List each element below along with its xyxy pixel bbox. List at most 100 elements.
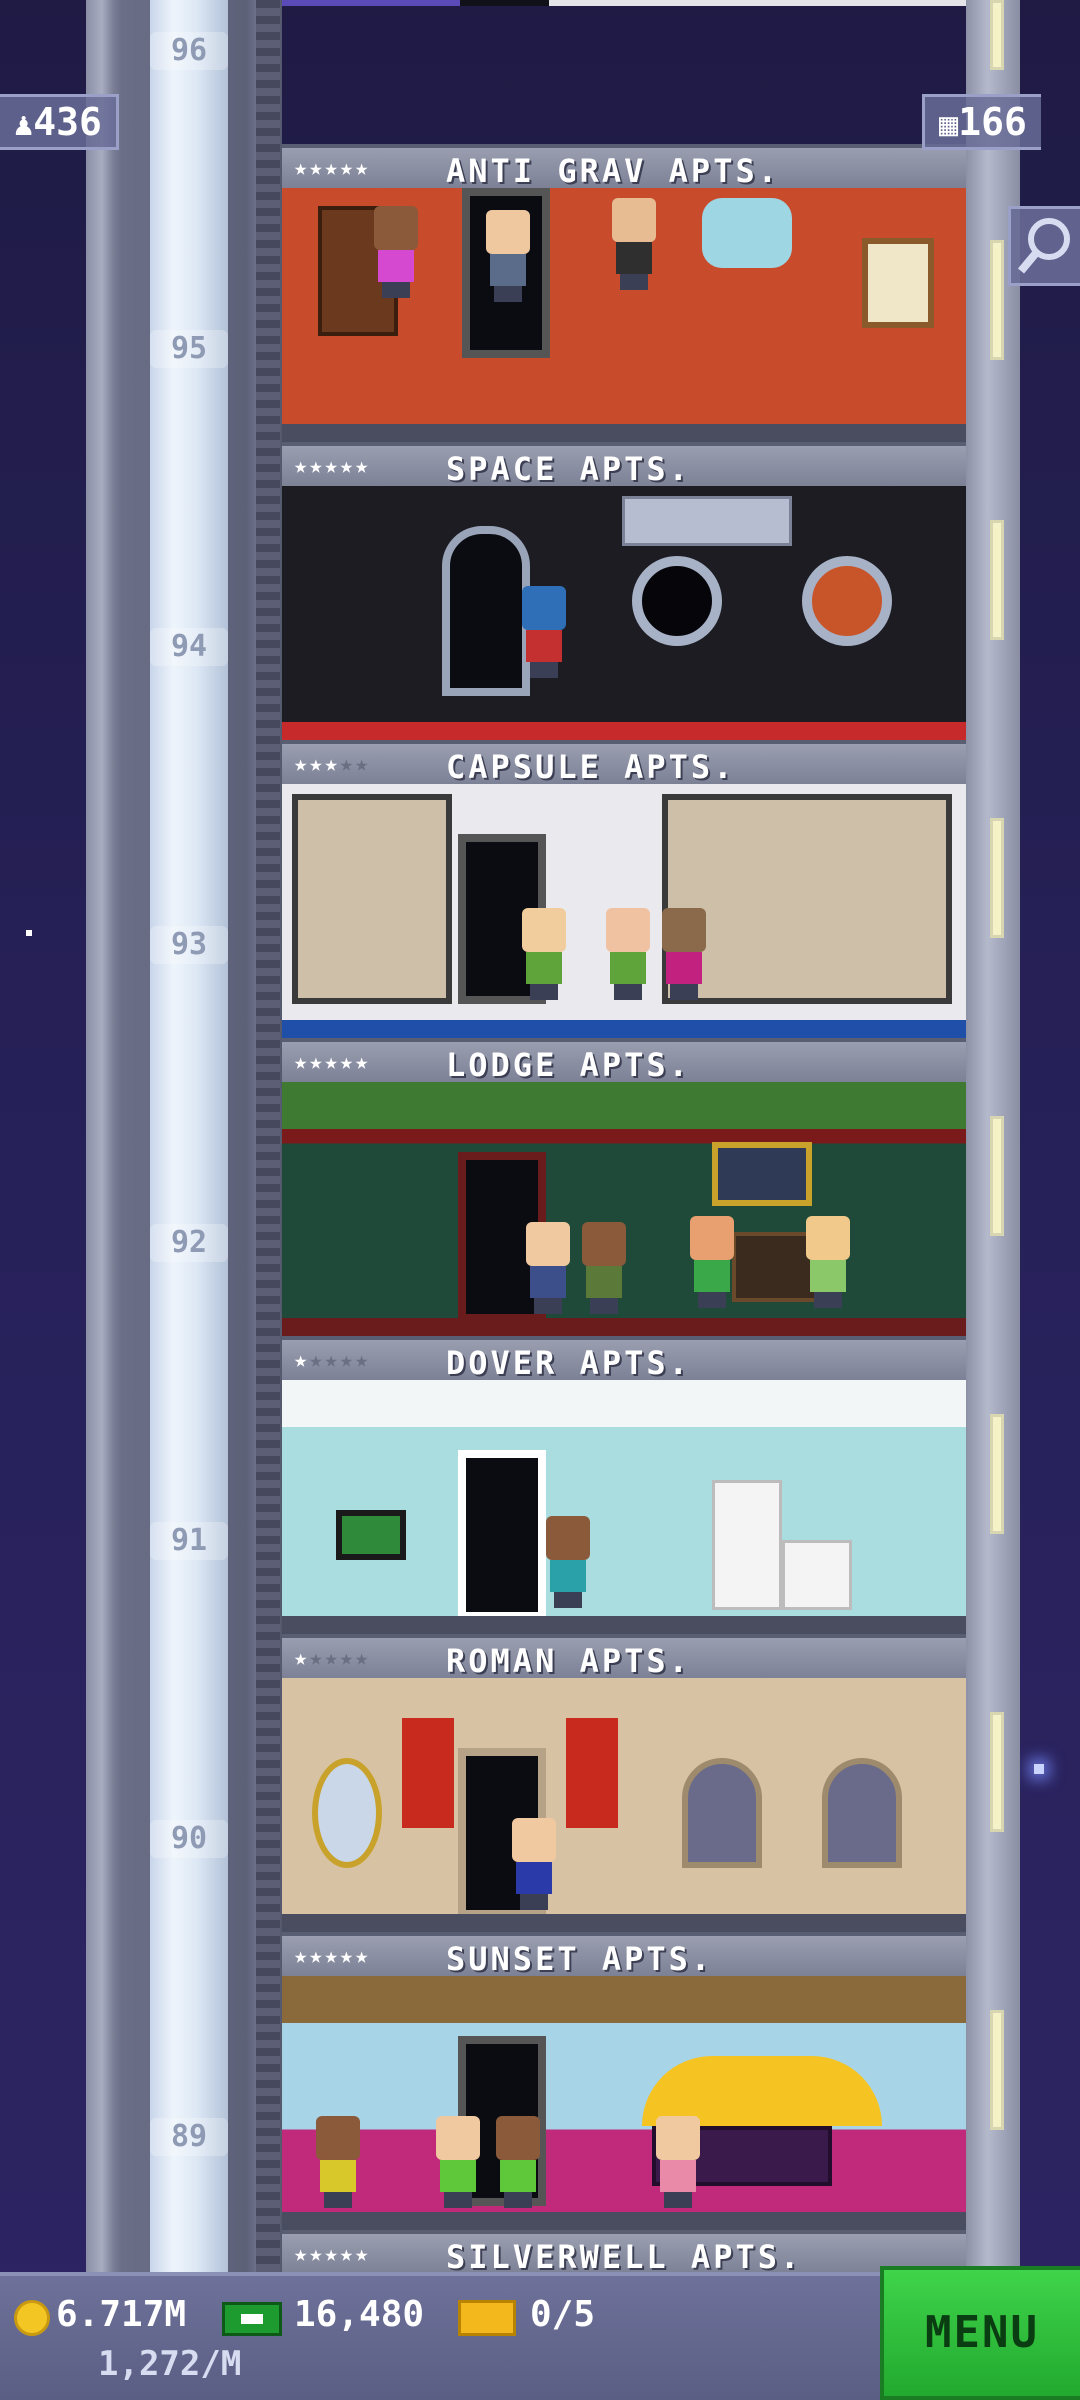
wall-light [990,2010,1004,2130]
floor-94-space[interactable]: ★★★★★ SPACE APTS. [282,442,966,740]
resident[interactable] [432,2116,484,2208]
room-interior [282,1380,966,1620]
floor-sign: ★★★★★ SILVERWELL APTS. [282,2230,966,2272]
wall-light [990,0,1004,70]
coins-value: 6.717M [56,2294,187,2335]
floor-89-sunset[interactable]: ★★★★★ SUNSET APTS. [282,1932,966,2230]
apartment-door[interactable] [458,1450,546,1620]
elevator-rail [256,0,280,2272]
window [862,238,934,328]
floor-slab [282,2212,966,2230]
person-icon: ♟ [14,105,34,143]
resident[interactable] [492,2116,544,2208]
resident[interactable] [658,908,710,1000]
room-interior [282,486,966,722]
floor-number-96: 96 [150,32,228,70]
floor-number-95: 95 [150,330,228,368]
floor-90-roman[interactable]: ★★★★★ ROMAN APTS. [282,1634,966,1932]
floor-slab [282,722,966,740]
resident[interactable] [312,2116,364,2208]
resident[interactable] [578,1222,630,1314]
room-interior [282,0,966,6]
capsule-bank [292,794,452,1004]
bux-value: 16,480 [294,2294,425,2335]
floor-number-91: 91 [150,1522,228,1560]
floor-number-90: 90 [150,1820,228,1858]
resident[interactable] [802,1216,854,1308]
resident[interactable] [482,210,534,302]
floor-number-94: 94 [150,628,228,666]
floor-number-89: 89 [150,2118,228,2156]
stove [782,1540,852,1610]
floor-slab [282,1616,966,1634]
room-interior [282,188,966,424]
floor-name: ROMAN APTS. [446,1642,691,1680]
room-interior [282,1976,966,2212]
resident[interactable] [508,1818,560,1910]
resident[interactable] [686,1216,738,1308]
red-banner [566,1718,618,1828]
floor-92-lodge[interactable]: ★★★★★ LODGE APTS. [282,1038,966,1336]
control-panel [622,496,792,546]
population-counter[interactable]: ♟436 [0,94,119,150]
floor-sign: ★★★★★ LODGE APTS. [282,1038,966,1084]
floor-slab [282,424,966,442]
refrigerator [712,1480,782,1610]
resident[interactable] [602,908,654,1000]
floor-93-capsule[interactable]: ★★★★★ CAPSULE APTS. [282,740,966,1038]
wall-light [990,818,1004,938]
floor-sign: ★★★★★ SUNSET APTS. [282,1932,966,1978]
wall-light [990,240,1004,360]
room-interior [282,1082,966,1322]
floor-count-value: 166 [958,100,1027,144]
framed-painting [712,1142,812,1206]
resident[interactable] [608,198,660,290]
floor-88-silverwell[interactable]: ★★★★★ SILVERWELL APTS. [282,2230,966,2272]
floor-96-room[interactable] [282,0,966,6]
room-interior [282,1678,966,1918]
search-button[interactable] [1008,206,1080,286]
star-rating: ★★★★★ [294,1646,371,1671]
floor-name: ANTI GRAV APTS. [446,152,780,190]
resident[interactable] [370,206,422,298]
armchair [702,198,792,268]
floor-sign: ★★★★★ SPACE APTS. [282,442,966,488]
resident[interactable] [542,1516,594,1608]
star-rating: ★★★★★ [294,1348,371,1373]
tv-monitor [336,1510,406,1560]
resident[interactable] [518,586,570,678]
menu-button[interactable]: MENU [880,2266,1080,2400]
resident[interactable] [518,908,570,1000]
wall-light [990,1116,1004,1236]
tower-bux-icon [222,2302,282,2336]
floor-91-dover[interactable]: ★★★★★ DOVER APTS. [282,1336,966,1634]
oval-mirror [312,1758,382,1868]
floor-sign: ★★★★★ DOVER APTS. [282,1336,966,1382]
building-icon: ▦ [939,105,959,143]
floor-sign: ★★★★★ ANTI GRAV APTS. [282,144,966,190]
star-rating: ★★★★★ [294,454,371,479]
arched-window [822,1758,902,1868]
star-rating: ★★★★★ [294,752,371,777]
floor-sign: ★★★★★ CAPSULE APTS. [282,740,966,786]
resident[interactable] [522,1222,574,1314]
floor-95-anti-grav[interactable]: ★★★★★ ANTI GRAV APTS. [282,144,966,442]
wall-light [990,1712,1004,1832]
wall-light [990,520,1004,640]
room-interior [282,784,966,1020]
resident[interactable] [652,2116,704,2208]
arched-window [682,1758,762,1868]
vip-ticket-icon [458,2300,516,2336]
population-value: 436 [33,100,102,144]
floor-name: SUNSET APTS. [446,1940,714,1978]
floor-slab [282,1318,966,1336]
apartment-door[interactable] [442,526,530,696]
floor-name: SILVERWELL APTS. [446,2238,803,2272]
floor-counter[interactable]: ▦166 [922,94,1041,150]
floor-name: CAPSULE APTS. [446,748,736,786]
coin-rate-value: 1,272/M [98,2344,242,2384]
coin-icon [14,2300,50,2336]
red-banner [402,1718,454,1828]
twinkle-star [1034,1764,1044,1774]
floor-number-93: 93 [150,926,228,964]
